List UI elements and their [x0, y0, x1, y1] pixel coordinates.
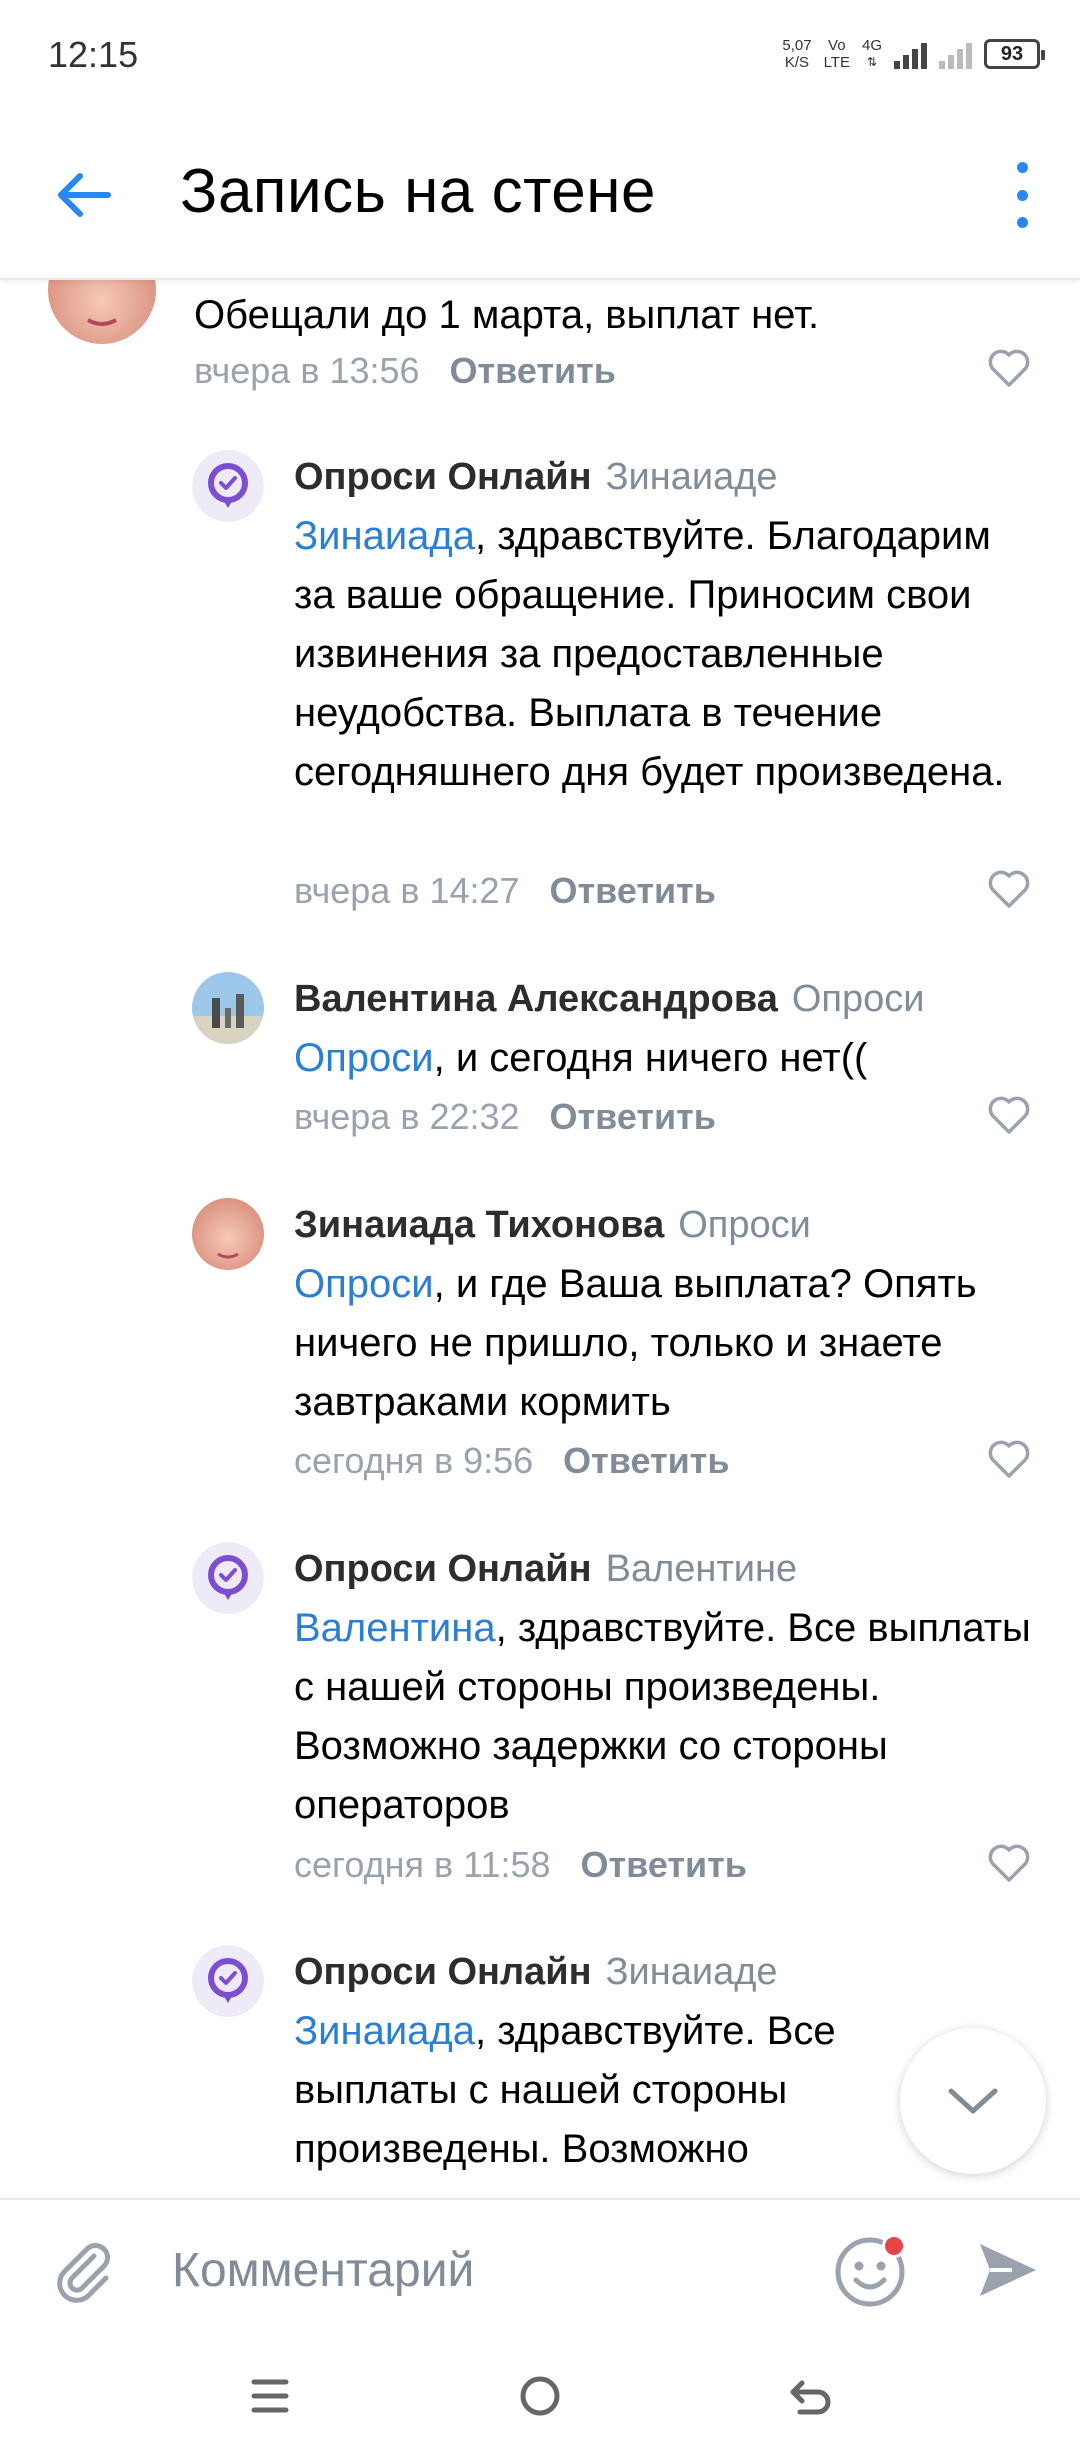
- comment-time: сегодня в 9:56: [294, 1440, 534, 1481]
- back-button[interactable]: [48, 160, 118, 230]
- comment-input[interactable]: [172, 2240, 772, 2300]
- reply-to-name[interactable]: Опроси: [792, 978, 925, 1020]
- chevron-down-icon: [948, 2088, 998, 2114]
- signal-icon: [894, 39, 927, 69]
- heart-icon[interactable]: [986, 347, 1032, 389]
- comment-author: Валентина Александрова Опроси: [294, 978, 925, 1021]
- page-title: Запись на стене: [180, 157, 657, 226]
- avatar[interactable]: [192, 1542, 264, 1614]
- comment-text: Зинаиада, здравствуйте. Благодарим за ва…: [294, 514, 1005, 794]
- comment-text: Опроси, и где Ваша выплата? Опять ничего…: [294, 1262, 977, 1424]
- author-name[interactable]: Валентина Александрова: [294, 978, 778, 1020]
- send-button[interactable]: [970, 2234, 1042, 2306]
- comment-meta: вчера в 22:32 Ответить: [294, 1096, 716, 1138]
- status-time: 12:15: [48, 34, 139, 75]
- mention-link[interactable]: Зинаиада: [294, 2009, 475, 2053]
- comment-meta: вчера в 13:56 Ответить: [194, 350, 616, 392]
- send-icon: [980, 2244, 1036, 2296]
- reply-button[interactable]: Ответить: [450, 350, 616, 391]
- author-name[interactable]: Опроси Онлайн: [294, 456, 592, 498]
- paperclip-icon: [57, 2243, 110, 2303]
- reply-button[interactable]: Ответить: [550, 1096, 716, 1137]
- reply-button[interactable]: Ответить: [581, 1844, 747, 1885]
- back-nav-button[interactable]: [780, 2366, 840, 2426]
- network-speed-unit: K/S: [784, 54, 810, 71]
- signal-icon-sim2: [939, 39, 972, 69]
- mention-link[interactable]: Валентина: [294, 1606, 496, 1650]
- author-name[interactable]: Опроси Онлайн: [294, 1548, 592, 1590]
- comment-time: вчера в 14:27: [294, 870, 520, 911]
- mention-link[interactable]: Зинаиада: [294, 514, 475, 558]
- volte-top: Vo: [828, 37, 846, 54]
- volte-bottom: LTE: [823, 54, 850, 71]
- network-speed: 5,07 K/S: [782, 37, 811, 71]
- menu-nav-button[interactable]: [240, 2366, 300, 2426]
- arrow-left-icon: [58, 173, 111, 217]
- network-type-label: 4G: [861, 37, 882, 54]
- comment-text: Зинаиада, здравствуйте. Все выплаты с на…: [294, 2009, 836, 2171]
- reply-to-name[interactable]: Опроси: [678, 1204, 811, 1246]
- network-type: 4G ⇅: [861, 37, 882, 69]
- avatar[interactable]: [192, 972, 264, 1044]
- battery-icon: 93: [984, 39, 1045, 69]
- opros-logo-icon: [192, 1945, 264, 2017]
- comment-author: Опроси Онлайн Валентине: [294, 1548, 797, 1591]
- system-nav-bar: [0, 2338, 1080, 2460]
- comments-feed[interactable]: Обещали до 1 марта, выплат нет. вчера в …: [0, 280, 1080, 2200]
- comment-meta: сегодня в 11:58 Ответить: [294, 1844, 747, 1886]
- status-bar: 12:15 5,07 K/S Vo LTE 4G ⇅ 93: [0, 0, 1080, 110]
- opros-logo-icon: [192, 1542, 264, 1614]
- home-circle-icon: [520, 2376, 560, 2416]
- avatar[interactable]: [48, 280, 156, 344]
- comment-author: Опроси Онлайн Зинаиаде: [294, 1951, 778, 1994]
- heart-icon[interactable]: [986, 1094, 1032, 1136]
- comment-author: Зинаиада Тихонова Опроси: [294, 1204, 811, 1247]
- app-header: Запись на стене: [0, 110, 1080, 280]
- comment-composer: [0, 2198, 1080, 2340]
- comment-time: вчера в 22:32: [294, 1096, 520, 1137]
- opros-logo-icon: [192, 450, 264, 522]
- comment-text: Опроси, и сегодня ничего нет((: [294, 1036, 868, 1080]
- battery-level: 93: [1000, 42, 1024, 65]
- home-nav-button[interactable]: [510, 2366, 570, 2426]
- status-indicators: 5,07 K/S Vo LTE 4G ⇅ 93: [782, 32, 1045, 76]
- heart-icon[interactable]: [986, 1842, 1032, 1884]
- comment-meta: вчера в 14:27 Ответить: [294, 870, 716, 912]
- reply-button[interactable]: Ответить: [550, 870, 716, 911]
- more-options-button[interactable]: [1002, 162, 1042, 228]
- reply-to-name[interactable]: Зинаиаде: [606, 456, 778, 498]
- avatar[interactable]: [192, 1945, 264, 2017]
- notification-dot: [882, 2234, 906, 2258]
- comment-text: Обещали до 1 марта, выплат нет.: [194, 293, 820, 337]
- attach-button[interactable]: [48, 2234, 120, 2306]
- comment-time: сегодня в 11:58: [294, 1844, 551, 1885]
- more-vertical-icon: [1016, 162, 1028, 173]
- comment-time: вчера в 13:56: [194, 350, 420, 391]
- comment-text: Валентина, здравствуйте. Все выплаты с н…: [294, 1606, 1031, 1827]
- author-name[interactable]: Зинаиада Тихонова: [294, 1204, 664, 1246]
- reply-button[interactable]: Ответить: [563, 1440, 729, 1481]
- network-speed-value: 5,07: [782, 37, 812, 54]
- mention-link[interactable]: Опроси: [294, 1036, 434, 1080]
- comment-meta: сегодня в 9:56 Ответить: [294, 1440, 730, 1482]
- reply-to-name[interactable]: Зинаиаде: [606, 1951, 778, 1993]
- mention-link[interactable]: Опроси: [294, 1262, 434, 1306]
- reply-to-name[interactable]: Валентине: [606, 1548, 798, 1590]
- heart-icon[interactable]: [986, 1438, 1032, 1480]
- menu-icon: [251, 2379, 289, 2413]
- volte-indicator: Vo LTE: [824, 37, 850, 71]
- scroll-down-button[interactable]: [900, 2028, 1046, 2174]
- heart-icon[interactable]: [986, 868, 1032, 910]
- author-name[interactable]: Опроси Онлайн: [294, 1951, 592, 1993]
- avatar[interactable]: [192, 450, 264, 522]
- avatar[interactable]: [192, 1198, 264, 1270]
- back-arrow-icon: [790, 2380, 831, 2415]
- comment-author: Опроси Онлайн Зинаиаде: [294, 456, 778, 499]
